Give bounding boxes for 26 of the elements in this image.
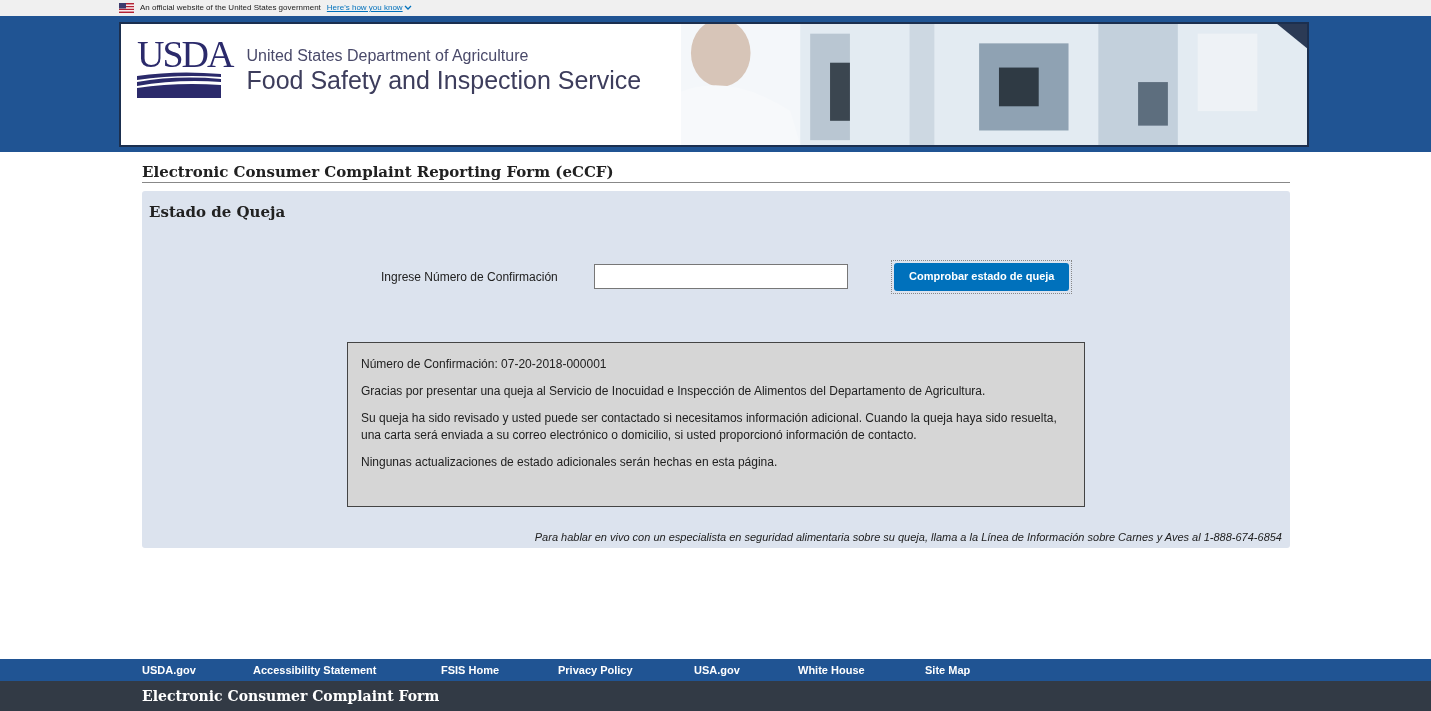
footer-link[interactable]: USA.gov xyxy=(694,661,798,679)
footer-link[interactable]: FSIS Home xyxy=(441,661,558,679)
how-you-know-link[interactable]: Here's how you know xyxy=(326,2,412,14)
message-text: Ningunas actualizaciones de estado adicionales serán hechas en esta página. xyxy=(361,453,779,471)
hotline-note: Para hablar en vivo con un especialista en seguridad alimentaria sobre su queja, llama a la Línea de Información sobre Carnes y Aves al 1-888-674-6854 xyxy=(533,529,1283,545)
field-label: Ingrese Número de Confirmación xyxy=(381,268,559,286)
footer-title: Electronic Consumer Complaint Form xyxy=(142,686,440,706)
confirmation-number-input[interactable] xyxy=(594,264,848,289)
official-website-text: An official website of the United States government xyxy=(140,2,321,14)
service-name: Food Safety and Inspection Service xyxy=(246,65,642,94)
footer-link[interactable]: White House xyxy=(798,661,925,679)
footer-link[interactable]: USDA.gov xyxy=(142,661,253,679)
footer-link[interactable]: Site Map xyxy=(925,661,1005,679)
flag-icon xyxy=(119,3,134,13)
check-status-button[interactable]: Comprobar estado de queja xyxy=(894,262,1070,291)
usda-logo-text: USDA xyxy=(137,35,233,72)
chevron-down-icon xyxy=(403,5,412,11)
message-text: Su queja ha sido revisado y usted puede ser contactado si necesitamos información adicional. Cuando la queja haya sido resuelta, una carta será enviada a su correo electrónico o domicilio, si usted proporcionó información de contacto. xyxy=(361,409,1058,444)
agency-name: United States Department of Agriculture xyxy=(246,45,530,66)
footer-link[interactable]: Privacy Policy xyxy=(558,661,694,679)
footer-link[interactable]: Accessibility Statement xyxy=(253,661,441,679)
page-title: Electronic Consumer Complaint Reporting Form (eCCF) xyxy=(142,162,1290,183)
logo-fields-icon xyxy=(137,71,221,98)
message-text: Número de Confirmación: 07-20-2018-000001 xyxy=(361,355,608,373)
panel-title: Estado de Queja xyxy=(149,202,287,223)
message-text: Gracias por presentar una queja al Servicio de Inocuidad e Inspección de Alimentos del Departamento de Agricultura. xyxy=(361,382,987,400)
